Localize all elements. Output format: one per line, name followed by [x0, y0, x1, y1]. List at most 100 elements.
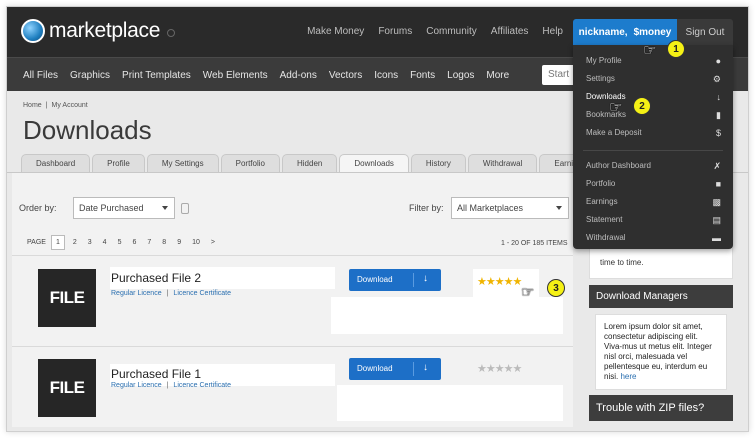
page-7[interactable]: 7	[144, 237, 154, 248]
top-nav: Make Money Forums Community Affiliates H…	[307, 26, 563, 37]
download-label: Download	[357, 275, 393, 284]
menu-divider	[583, 150, 723, 151]
cat-vectors[interactable]: Vectors	[329, 70, 362, 81]
hand-cursor-icon: ☞	[609, 99, 623, 116]
tab-dashboard[interactable]: Dashboard	[21, 154, 91, 173]
menu-label: Withdrawal	[586, 233, 626, 242]
items-count: 1 - 20 OF 185 ITEMS	[501, 240, 568, 247]
page-10[interactable]: 10	[189, 237, 203, 248]
cat-print-templates[interactable]: Print Templates	[122, 70, 191, 81]
cat-fonts[interactable]: Fonts	[410, 70, 435, 81]
cat-more[interactable]: More	[486, 70, 509, 81]
file-name[interactable]: Purchased File 2	[111, 271, 201, 285]
dollar-icon: $	[715, 128, 721, 138]
logo-text: marketplace	[49, 19, 161, 42]
cat-web-elements[interactable]: Web Elements	[203, 70, 268, 81]
menu-label: Earnings	[586, 197, 618, 206]
file-links: Regular Licence | Licence Certificate	[111, 382, 231, 389]
page-8[interactable]: 8	[159, 237, 169, 248]
tab-hidden[interactable]: Hidden	[281, 154, 338, 173]
nav-community[interactable]: Community	[426, 26, 477, 37]
licence-certificate-link[interactable]: Licence Certificate	[173, 290, 231, 297]
page-5[interactable]: 5	[115, 237, 125, 248]
file-thumbnail[interactable]: FILE	[38, 359, 96, 417]
chevron-down-icon	[162, 206, 168, 210]
licence-certificate-link[interactable]: Licence Certificate	[173, 382, 231, 389]
menu-statement[interactable]: Statement ▤	[586, 215, 721, 225]
download-managers-body: Lorem ipsum dolor sit amet, consectetur …	[595, 314, 727, 390]
cat-icons[interactable]: Icons	[374, 70, 398, 81]
nav-forums[interactable]: Forums	[378, 26, 412, 37]
tab-profile[interactable]: Profile	[92, 154, 145, 173]
here-link[interactable]: here	[620, 372, 636, 381]
rating-stars[interactable]: ★★★★★	[477, 362, 522, 375]
breadcrumb: Home | My Account	[23, 102, 88, 109]
cat-graphics[interactable]: Graphics	[70, 70, 110, 81]
file-name[interactable]: Purchased File 1	[111, 367, 201, 381]
bookmark-icon: ▮	[716, 110, 721, 120]
briefcase-icon: ■	[715, 179, 721, 189]
order-by-select[interactable]: Date Purchased	[73, 197, 175, 219]
page-next[interactable]: >	[208, 237, 218, 248]
page-1[interactable]: 1	[50, 235, 65, 250]
filter-by-select[interactable]: All Marketplaces	[451, 197, 569, 219]
page-2[interactable]: 2	[70, 237, 80, 248]
nav-affiliates[interactable]: Affiliates	[491, 26, 529, 37]
cash-icon: ▬	[712, 233, 721, 243]
step-badge-1: 1	[667, 40, 685, 58]
menu-label: Author Dashboard	[586, 161, 651, 170]
account-money: $money	[633, 26, 672, 38]
rating-stars[interactable]: ★★★★★	[477, 275, 522, 288]
file-thumbnail[interactable]: FILE	[38, 269, 96, 327]
menu-author-dashboard[interactable]: Author Dashboard ✗	[586, 161, 721, 171]
pagination: PAGE 1 2 3 4 5 6 7 8 9 10 >	[27, 235, 218, 250]
page-3[interactable]: 3	[85, 237, 95, 248]
menu-withdrawal[interactable]: Withdrawal ▬	[586, 233, 721, 243]
menu-label: Portfolio	[586, 179, 616, 188]
menu-label: Make a Deposit	[586, 128, 642, 137]
cat-logos[interactable]: Logos	[447, 70, 474, 81]
tab-my-settings[interactable]: My Settings	[146, 154, 219, 173]
order-by-label: Order by:	[19, 203, 57, 213]
file-links: Regular Licence | Licence Certificate	[111, 290, 231, 297]
gear-icon: ⚙	[712, 74, 721, 84]
nav-make-money[interactable]: Make Money	[307, 26, 364, 37]
button-divider	[413, 362, 414, 376]
tab-history[interactable]: History	[410, 154, 466, 173]
download-button[interactable]: Download ↓	[349, 358, 441, 380]
page-4[interactable]: 4	[100, 237, 110, 248]
menu-portfolio[interactable]: Portfolio ■	[586, 179, 721, 189]
divider	[12, 346, 573, 347]
sort-direction-icon[interactable]	[181, 203, 189, 214]
cat-all-files[interactable]: All Files	[23, 70, 58, 81]
tab-withdrawal[interactable]: Withdrawal	[467, 154, 538, 173]
chevron-down-icon	[556, 206, 562, 210]
menu-settings[interactable]: Settings ⚙	[586, 74, 721, 84]
menu-downloads[interactable]: Downloads ↓	[586, 92, 722, 102]
menu-bookmarks[interactable]: Bookmarks ▮	[586, 110, 721, 120]
account-button[interactable]: nickname, $money	[573, 19, 677, 45]
breadcrumb-my-account[interactable]: My Account	[52, 102, 88, 109]
download-button[interactable]: Download ↓	[349, 269, 441, 291]
step-badge-2: 2	[633, 97, 651, 115]
page-6[interactable]: 6	[129, 237, 139, 248]
logo[interactable]: marketplace	[21, 19, 176, 43]
menu-label: Statement	[586, 215, 623, 224]
regular-licence-link[interactable]: Regular Licence	[111, 290, 162, 297]
regular-licence-link[interactable]: Regular Licence	[111, 382, 162, 389]
tab-downloads[interactable]: Downloads	[339, 154, 409, 173]
hand-cursor-icon: ☞	[521, 284, 535, 301]
filter-by-label: Filter by:	[409, 203, 444, 213]
order-by-value: Date Purchased	[79, 203, 144, 213]
page-9[interactable]: 9	[174, 237, 184, 248]
tab-portfolio[interactable]: Portfolio	[220, 154, 280, 173]
nav-help[interactable]: Help	[542, 26, 563, 37]
breadcrumb-home[interactable]: Home	[23, 102, 42, 109]
cat-add-ons[interactable]: Add-ons	[280, 70, 317, 81]
link-divider: |	[166, 382, 169, 389]
sign-out-button[interactable]: Sign Out	[677, 19, 733, 45]
download-icon: ↓	[716, 92, 722, 102]
menu-make-a-deposit[interactable]: Make a Deposit $	[586, 128, 721, 138]
menu-earnings[interactable]: Earnings ▩	[586, 197, 721, 207]
page-label: PAGE	[27, 239, 46, 246]
